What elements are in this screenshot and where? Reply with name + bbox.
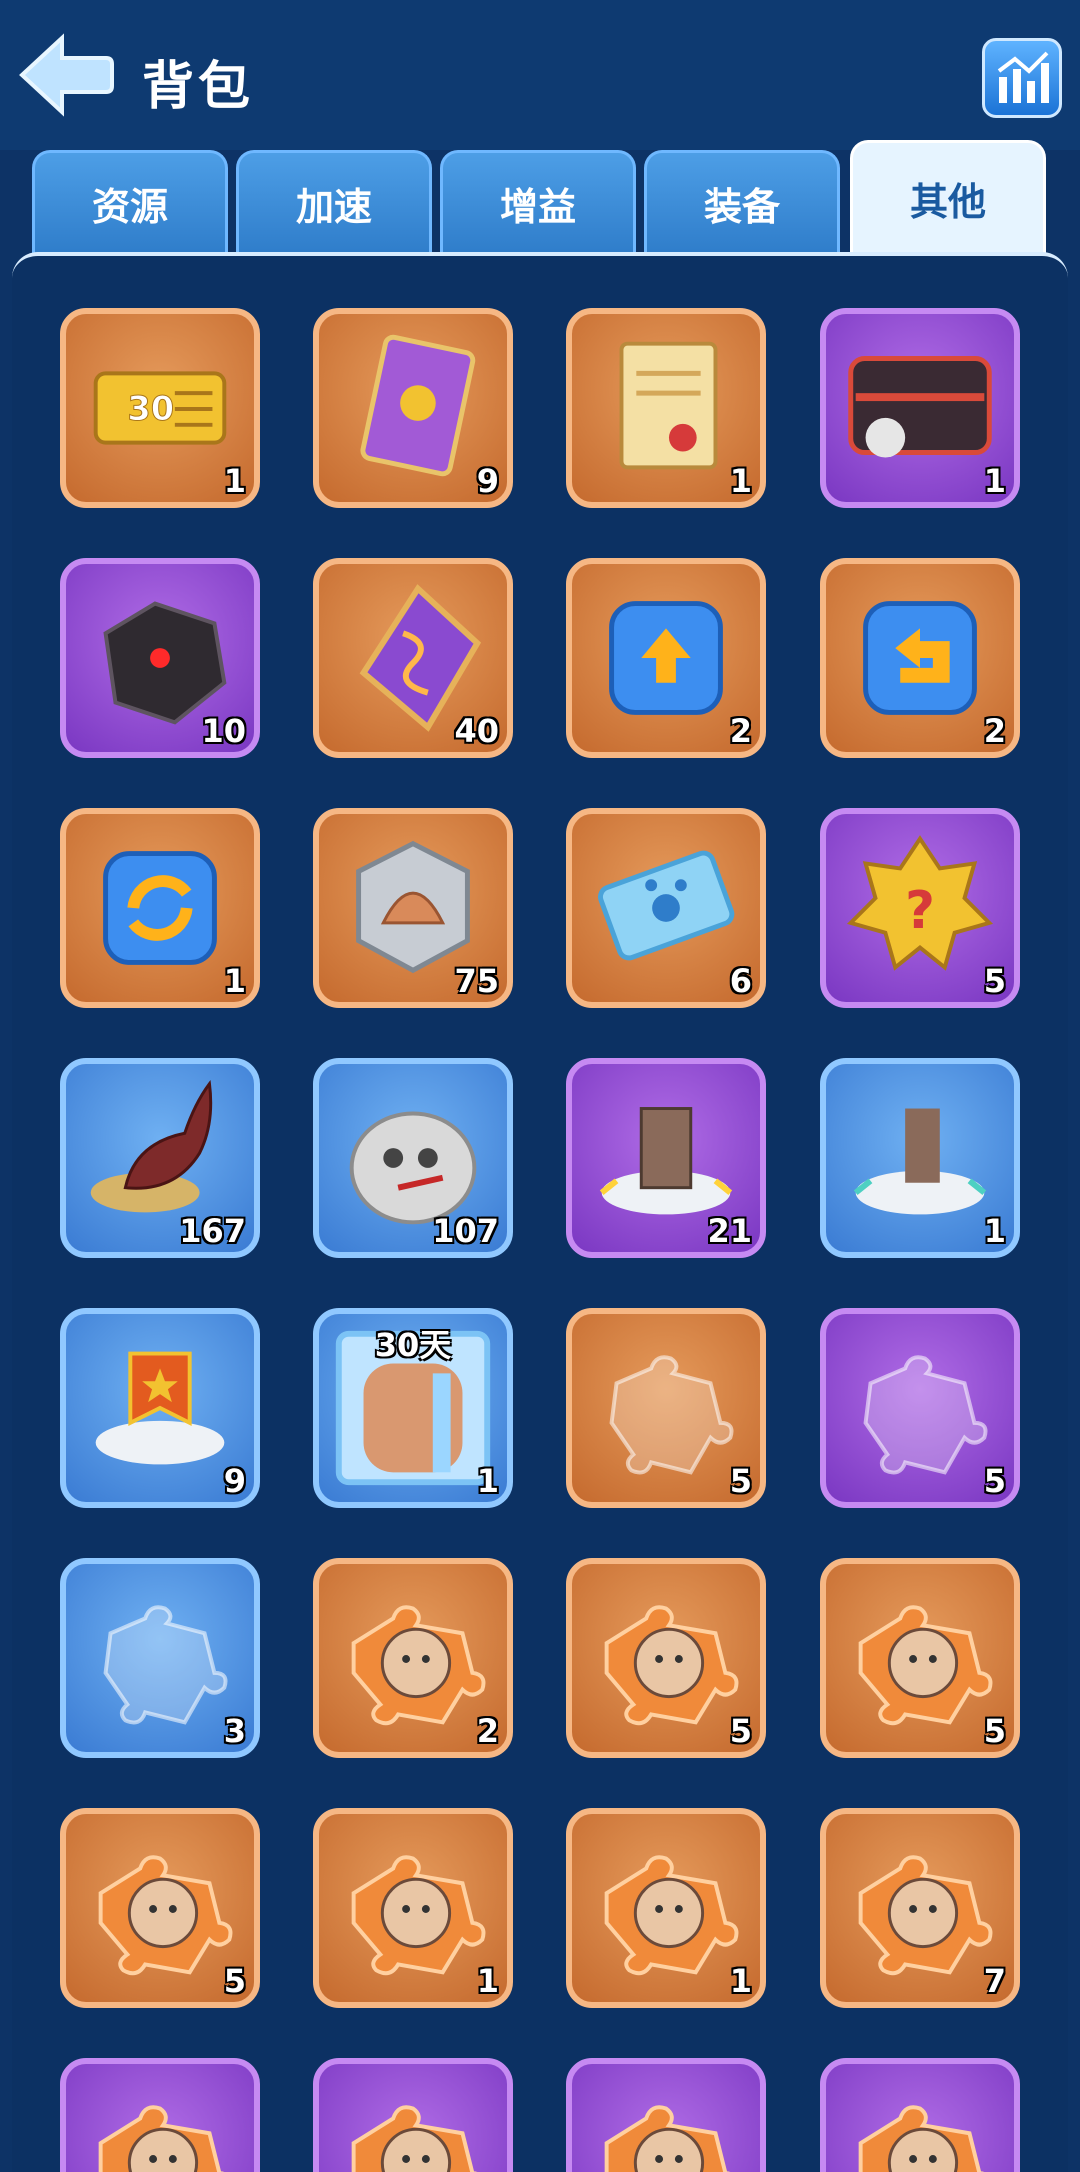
top-bar: 背包 [0,0,1080,150]
inventory-item[interactable]: 1 [566,308,766,508]
inventory-item[interactable]: 3 [60,1558,260,1758]
inventory-item[interactable]: 5 [566,1308,766,1508]
inventory-item[interactable] [313,2058,513,2172]
tab-resources[interactable]: 资源 [32,150,228,254]
inventory-item[interactable]: 2 [820,558,1020,758]
stats-button[interactable] [982,38,1062,118]
inventory-item[interactable]: 6 [566,808,766,1008]
item-duration-label: 30天 [374,1326,452,1364]
item-count: 1 [223,462,246,500]
inventory-item[interactable]: 9 [60,1308,260,1508]
item-count: 1 [729,462,752,500]
bar-chart-icon [997,51,1049,103]
item-count: 1 [223,962,246,1000]
inventory-item[interactable]: 2 [313,1558,513,1758]
tab-boosts[interactable]: 增益 [440,150,636,254]
tab-speedups[interactable]: 加速 [236,150,432,254]
inventory-item[interactable]: 21 [566,1058,766,1258]
item-count: 5 [983,1462,1006,1500]
inventory-item[interactable]: 5 [60,1808,260,2008]
item-count: 5 [729,1462,752,1500]
item-count: 2 [729,712,752,750]
inventory-item[interactable] [566,2058,766,2172]
hero-puzzle-icon [604,2105,731,2172]
item-count: 9 [223,1462,246,1500]
svg-text:30: 30 [127,389,174,428]
item-count: 2 [476,1712,499,1750]
item-count: 10 [201,712,246,750]
item-count: 1 [983,462,1006,500]
item-count: 2 [983,712,1006,750]
inventory-panel: 30 1 9 1 1 10 40 2 2 1 75 6? 5 167 107 21 1 9 30天 1 5 5 3 2 5 5 5 1… [12,252,1068,2172]
hero-puzzle-icon [98,2105,225,2172]
tab-bar: 资源 加速 增益 装备 其他 [32,140,1052,254]
inventory-item[interactable]: 1 [820,1058,1020,1258]
inventory-item[interactable]: 5 [820,1558,1020,1758]
inventory-item[interactable]: 7 [820,1808,1020,2008]
item-count: 167 [179,1212,246,1250]
inventory-item[interactable]: 2 [566,558,766,758]
tab-equipment[interactable]: 装备 [644,150,840,254]
item-count: 3 [223,1712,246,1750]
item-count: 9 [476,462,499,500]
item-count: 40 [454,712,499,750]
item-count: 7 [983,1962,1006,2000]
inventory-item[interactable]: 107 [313,1058,513,1258]
inventory-item[interactable]: 167 [60,1058,260,1258]
inventory-item[interactable] [820,2058,1020,2172]
item-count: 1 [729,1962,752,2000]
item-count: 1 [476,1462,499,1500]
item-count: 1 [983,1212,1006,1250]
page-title: 背包 [142,57,255,117]
item-count: 5 [983,1712,1006,1750]
inventory-item[interactable]: 30天 1 [313,1308,513,1508]
item-count: 107 [432,1212,499,1250]
inventory-item[interactable]: 1 [820,308,1020,508]
inventory-item[interactable] [60,2058,260,2172]
item-count: 21 [707,1212,752,1250]
svg-text:?: ? [905,881,935,941]
inventory-item[interactable]: 10 [60,558,260,758]
item-count: 1 [476,1962,499,2000]
inventory-item[interactable]: 9 [313,308,513,508]
inventory-item[interactable]: ? 5 [820,808,1020,1008]
item-count: 5 [729,1712,752,1750]
hero-puzzle-icon [351,2105,478,2172]
inventory-item[interactable]: 40 [313,558,513,758]
item-count: 6 [729,962,752,1000]
item-count: 5 [223,1962,246,2000]
item-count: 5 [983,962,1006,1000]
inventory-item[interactable]: 5 [820,1308,1020,1508]
tab-other[interactable]: 其他 [850,140,1046,254]
inventory-item[interactable]: 5 [566,1558,766,1758]
inventory-item[interactable]: 75 [313,808,513,1008]
inventory-item[interactable]: 1 [60,808,260,1008]
inventory-item[interactable]: 30 1 [60,308,260,508]
inventory-item[interactable]: 1 [566,1808,766,2008]
back-button[interactable] [14,30,114,120]
inventory-item[interactable]: 1 [313,1808,513,2008]
item-count: 75 [454,962,499,1000]
back-arrow-icon [19,33,114,117]
hero-puzzle-icon [858,2105,985,2172]
